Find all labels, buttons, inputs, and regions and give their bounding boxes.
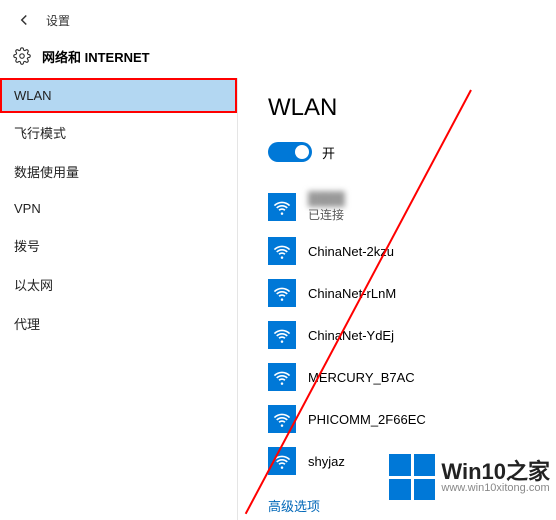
network-name: PHICOMM_2F66EC xyxy=(308,412,426,427)
network-item-1[interactable]: ChinaNet-2kzu xyxy=(268,230,538,272)
window-title: 设置 xyxy=(46,12,70,29)
sidebar-item-4[interactable]: 拨号 xyxy=(0,226,237,265)
sidebar: WLAN飞行模式数据使用量VPN拨号以太网代理 xyxy=(0,78,238,520)
advanced-options-link[interactable]: 高级选项 xyxy=(268,496,538,515)
content-panel: WLAN 开 ████已连接 ChinaNet-2kzu ChinaNet-rLnM… xyxy=(238,78,556,520)
sidebar-item-6[interactable]: 代理 xyxy=(0,304,237,343)
network-name: MERCURY_B7AC xyxy=(308,370,415,385)
wlan-toggle[interactable] xyxy=(268,142,312,162)
sidebar-item-3[interactable]: VPN xyxy=(0,191,237,226)
sidebar-item-2[interactable]: 数据使用量 xyxy=(0,152,237,191)
wifi-icon xyxy=(268,447,296,475)
sidebar-item-5[interactable]: 以太网 xyxy=(0,265,237,304)
wifi-icon xyxy=(268,321,296,349)
section-title: 网络和 INTERNET xyxy=(42,47,150,66)
sidebar-item-0[interactable]: WLAN xyxy=(0,78,237,113)
network-name: ████ xyxy=(308,191,345,206)
network-item-6[interactable]: shyjaz xyxy=(268,440,538,482)
network-item-2[interactable]: ChinaNet-rLnM xyxy=(268,272,538,314)
wifi-icon xyxy=(268,237,296,265)
network-item-0[interactable]: ████已连接 xyxy=(268,184,538,230)
network-item-4[interactable]: MERCURY_B7AC xyxy=(268,356,538,398)
wifi-icon xyxy=(268,279,296,307)
network-item-5[interactable]: PHICOMM_2F66EC xyxy=(268,398,538,440)
wifi-icon xyxy=(268,193,296,221)
sidebar-item-1[interactable]: 飞行模式 xyxy=(0,113,237,152)
network-item-3[interactable]: ChinaNet-YdEj xyxy=(268,314,538,356)
toggle-label: 开 xyxy=(322,143,335,162)
wifi-icon xyxy=(268,363,296,391)
network-name: ChinaNet-2kzu xyxy=(308,244,394,259)
gear-icon xyxy=(12,46,32,66)
network-status: 已连接 xyxy=(308,206,345,223)
network-name: ChinaNet-YdEj xyxy=(308,328,394,343)
page-title: WLAN xyxy=(268,94,538,122)
back-button[interactable] xyxy=(12,8,36,32)
wifi-icon xyxy=(268,405,296,433)
network-name: shyjaz xyxy=(308,454,345,469)
network-name: ChinaNet-rLnM xyxy=(308,286,396,301)
